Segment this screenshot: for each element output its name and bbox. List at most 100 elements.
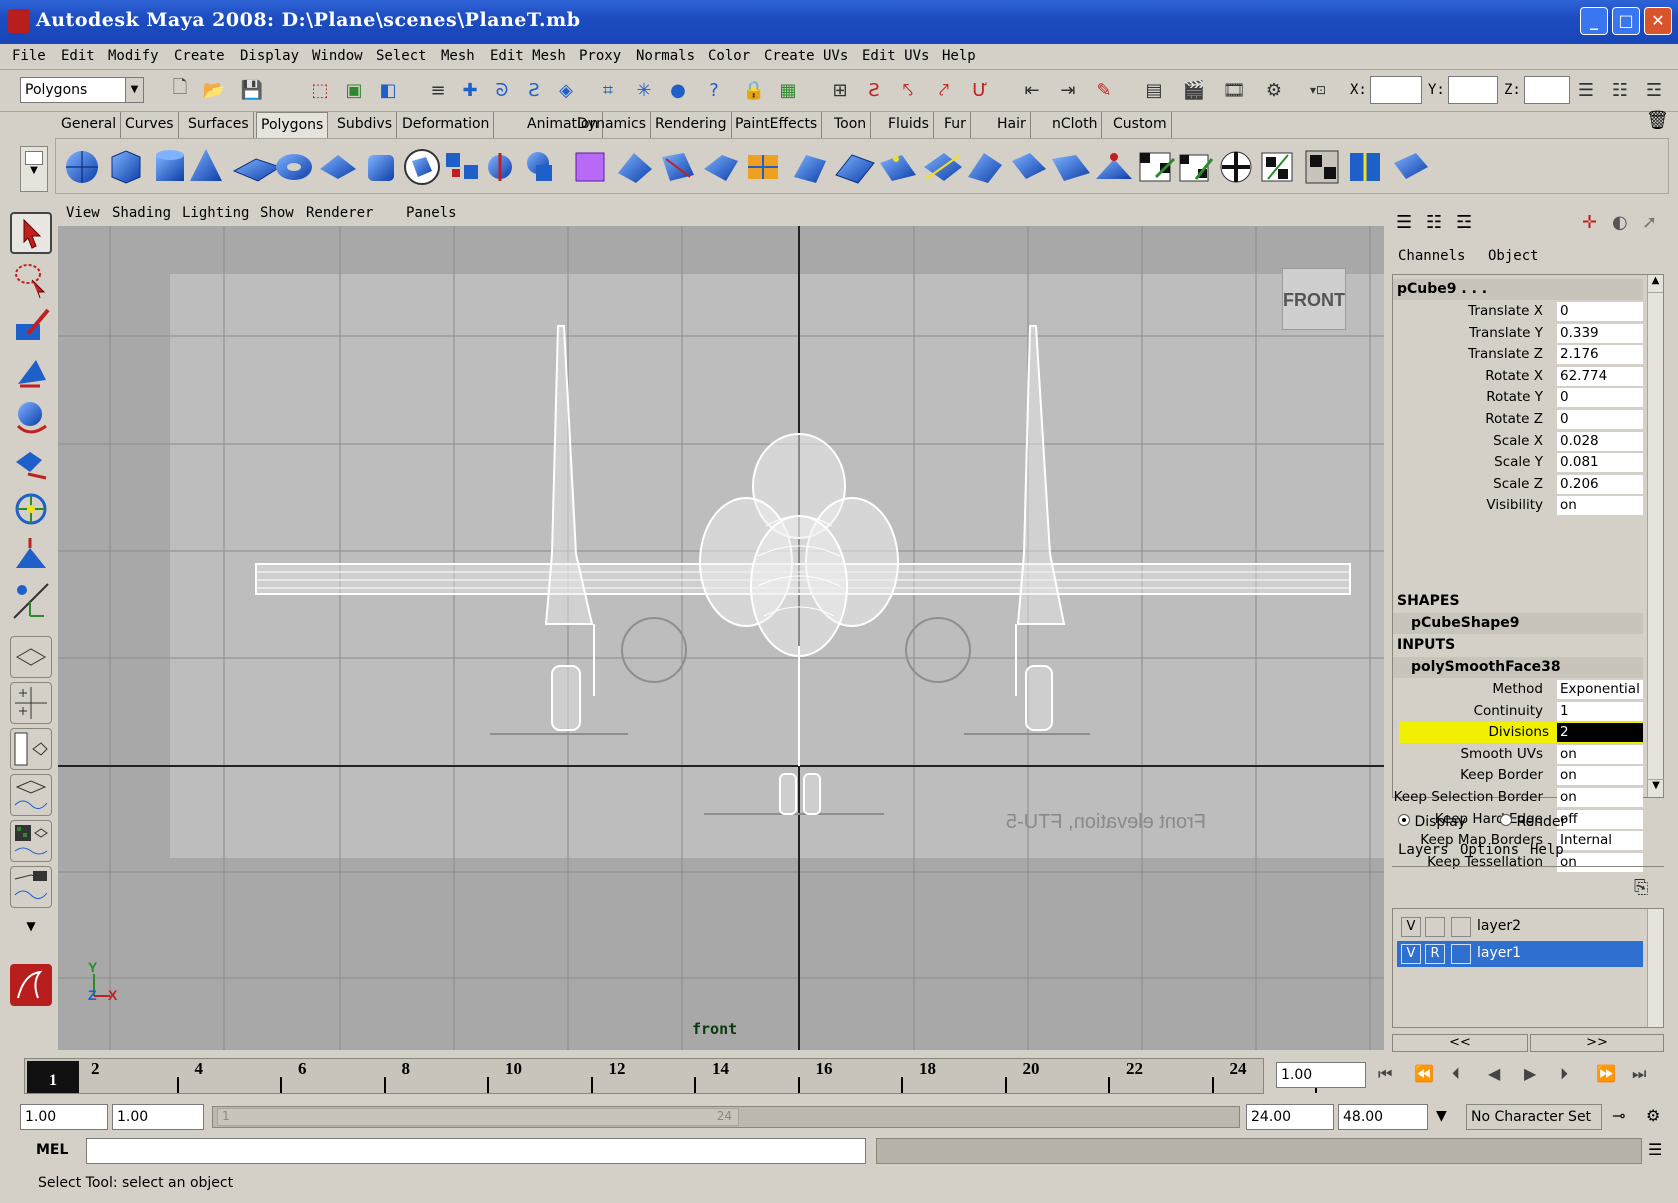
menu-mesh[interactable]: Mesh bbox=[441, 48, 475, 64]
history-icon[interactable]: ✳ bbox=[630, 76, 658, 104]
viewport-menu-shading[interactable]: Shading bbox=[112, 205, 171, 221]
snap-point-icon[interactable]: Ƨ bbox=[520, 76, 548, 104]
go-to-end-icon[interactable]: ⏭ bbox=[1632, 1064, 1646, 1084]
planar-mapping-icon[interactable] bbox=[1139, 152, 1176, 182]
viewport-menu-panels[interactable]: Panels bbox=[406, 205, 457, 221]
character-set-dropdown[interactable]: No Character Set bbox=[1466, 1104, 1602, 1130]
menu-help[interactable]: Help bbox=[942, 48, 976, 64]
open-scene-icon[interactable]: 📂 bbox=[200, 76, 228, 104]
channel-name[interactable]: Rotate Y bbox=[1486, 389, 1543, 405]
show-manipulator-icon[interactable] bbox=[10, 580, 52, 622]
select-by-hierarchy-icon[interactable]: ⬚ bbox=[306, 76, 334, 104]
node-name[interactable]: pCube9 . . . bbox=[1393, 279, 1643, 300]
poly-plane-icon[interactable] bbox=[232, 158, 282, 182]
snap-grid-icon[interactable]: ✚ bbox=[456, 76, 484, 104]
render-view-icon[interactable]: ▤ bbox=[1140, 76, 1168, 104]
automatic-mapping-icon[interactable] bbox=[1261, 152, 1293, 182]
viewport-canvas[interactable]: Front elevation, FTU-5 Y Z X front bbox=[58, 226, 1384, 1050]
bridge-icon[interactable] bbox=[662, 153, 694, 181]
view-cube[interactable]: FRONT bbox=[1282, 268, 1346, 330]
soft-modification-tool-icon[interactable] bbox=[10, 534, 52, 576]
manipulator-icon[interactable]: ✛ bbox=[1582, 212, 1597, 233]
shading-ball-icon[interactable]: ◐ bbox=[1612, 212, 1628, 233]
current-time-field[interactable]: 1.00 bbox=[1276, 1062, 1366, 1088]
shape-node-name[interactable]: pCubeShape9 bbox=[1393, 613, 1643, 634]
transform-mode-icon[interactable]: ▾⊡ bbox=[1304, 76, 1332, 104]
four-view-layout-icon[interactable] bbox=[10, 682, 52, 724]
split-polygon-icon[interactable] bbox=[748, 155, 778, 179]
tab-surfaces[interactable]: Surfaces bbox=[184, 112, 254, 138]
animation-start-field[interactable]: 1.00 bbox=[20, 1104, 108, 1130]
channel-value[interactable]: 0.339 bbox=[1557, 323, 1643, 343]
channel-row[interactable]: Translate Z 2.176 bbox=[1393, 344, 1643, 365]
insert-edge-loop-icon[interactable] bbox=[794, 155, 826, 183]
layer-row-selected[interactable]: V R layer1 bbox=[1397, 941, 1643, 967]
menu-edit[interactable]: Edit bbox=[61, 48, 95, 64]
menu-proxy[interactable]: Proxy bbox=[579, 48, 621, 64]
input-ops-icon[interactable]: ⤣ bbox=[894, 76, 922, 104]
channel-value[interactable]: 0 bbox=[1557, 388, 1643, 408]
ipr-render-icon[interactable]: 🎞 bbox=[1220, 76, 1248, 104]
move-tool-icon[interactable] bbox=[10, 350, 52, 392]
input-attribute-value[interactable]: on bbox=[1557, 766, 1643, 786]
maximize-button[interactable]: □ bbox=[1612, 7, 1640, 35]
render-globals-icon[interactable]: ⚙ bbox=[1260, 76, 1288, 104]
bevel-icon[interactable] bbox=[968, 153, 1002, 183]
output-ops-icon[interactable]: ⤤ bbox=[930, 76, 958, 104]
channel-row[interactable]: Scale Z 0.206 bbox=[1393, 474, 1643, 495]
new-scene-icon[interactable]: 🗋 bbox=[166, 76, 194, 104]
step-back-key-icon[interactable]: ⏪ bbox=[1414, 1064, 1434, 1083]
rotate-tool-icon[interactable] bbox=[10, 396, 52, 438]
layer-name[interactable]: layer1 bbox=[1477, 945, 1521, 961]
channel-row[interactable]: Translate X 0 bbox=[1393, 301, 1643, 322]
minimize-button[interactable]: _ bbox=[1580, 7, 1608, 35]
input-attribute-value[interactable]: Exponential bbox=[1557, 680, 1643, 699]
input-attribute-row[interactable]: Keep Border on bbox=[1393, 765, 1643, 786]
input-attribute-name[interactable]: Keep Border bbox=[1460, 767, 1543, 783]
channel-value[interactable]: 2.176 bbox=[1557, 345, 1643, 365]
script-editor-icon[interactable]: ☰ bbox=[1648, 1140, 1662, 1159]
input-attribute-row[interactable]: Keep Selection Border on bbox=[1393, 787, 1643, 808]
render-grid-icon[interactable]: ⊞ bbox=[826, 76, 854, 104]
channel-row[interactable]: Visibility on bbox=[1393, 495, 1643, 516]
channel-name[interactable]: Rotate X bbox=[1485, 368, 1543, 384]
menu-create-uvs[interactable]: Create UVs bbox=[764, 48, 848, 64]
attribute-layout-icon[interactable]: ☷ bbox=[1426, 212, 1442, 233]
channel-box-layout-icon[interactable]: ☰ bbox=[1396, 212, 1412, 233]
tab-fur[interactable]: Fur bbox=[940, 112, 971, 138]
menu-color[interactable]: Color bbox=[708, 48, 750, 64]
universal-manipulator-icon[interactable] bbox=[10, 488, 52, 530]
layer-layout-icon[interactable]: ☲ bbox=[1456, 212, 1472, 233]
tab-general[interactable]: General bbox=[57, 112, 122, 138]
scale-tool-icon[interactable] bbox=[10, 442, 52, 484]
poly-torus-icon[interactable] bbox=[276, 154, 312, 180]
menu-set-dropdown[interactable]: Polygons ▼ bbox=[20, 77, 144, 103]
channel-name[interactable]: Scale X bbox=[1493, 433, 1543, 449]
menu-file[interactable]: File bbox=[12, 48, 46, 64]
viewport-menu-lighting[interactable]: Lighting bbox=[182, 205, 249, 221]
layers-menu-help[interactable]: Help bbox=[1530, 842, 1564, 858]
menu-create[interactable]: Create bbox=[174, 48, 225, 64]
boolean-icon[interactable] bbox=[527, 152, 552, 181]
scroll-left-button[interactable]: << bbox=[1392, 1034, 1528, 1052]
channel-name[interactable]: Visibility bbox=[1486, 497, 1543, 513]
channel-value[interactable]: 0.081 bbox=[1557, 453, 1643, 473]
channel-value[interactable]: on bbox=[1557, 496, 1643, 516]
scroll-down-icon[interactable]: ▼ bbox=[1648, 779, 1664, 797]
tab-deformation[interactable]: Deformation bbox=[398, 112, 495, 138]
channel-value[interactable]: 62.774 bbox=[1557, 366, 1643, 386]
layers-menu-options[interactable]: Options bbox=[1460, 842, 1519, 858]
channel-row[interactable]: Rotate Z 0 bbox=[1393, 409, 1643, 430]
poly-pipe-icon[interactable] bbox=[368, 155, 394, 181]
separate-icon[interactable] bbox=[488, 153, 512, 181]
go-to-start-icon[interactable]: ⏮ bbox=[1378, 1064, 1392, 1084]
attribute-editor-toggle-icon[interactable]: ☰ bbox=[1572, 76, 1600, 104]
animation-end-field[interactable]: 48.00 bbox=[1338, 1104, 1428, 1130]
tab-ncloth[interactable]: nCloth bbox=[1048, 112, 1103, 138]
shelf-menu-button[interactable]: ▼ bbox=[20, 146, 48, 192]
tab-hair[interactable]: Hair bbox=[993, 112, 1031, 138]
input-line-icon[interactable]: ⇤ bbox=[1018, 76, 1046, 104]
extrude-icon[interactable] bbox=[618, 153, 652, 183]
combine-icon[interactable] bbox=[446, 153, 478, 179]
input-attribute-value[interactable]: 2 bbox=[1557, 723, 1643, 743]
